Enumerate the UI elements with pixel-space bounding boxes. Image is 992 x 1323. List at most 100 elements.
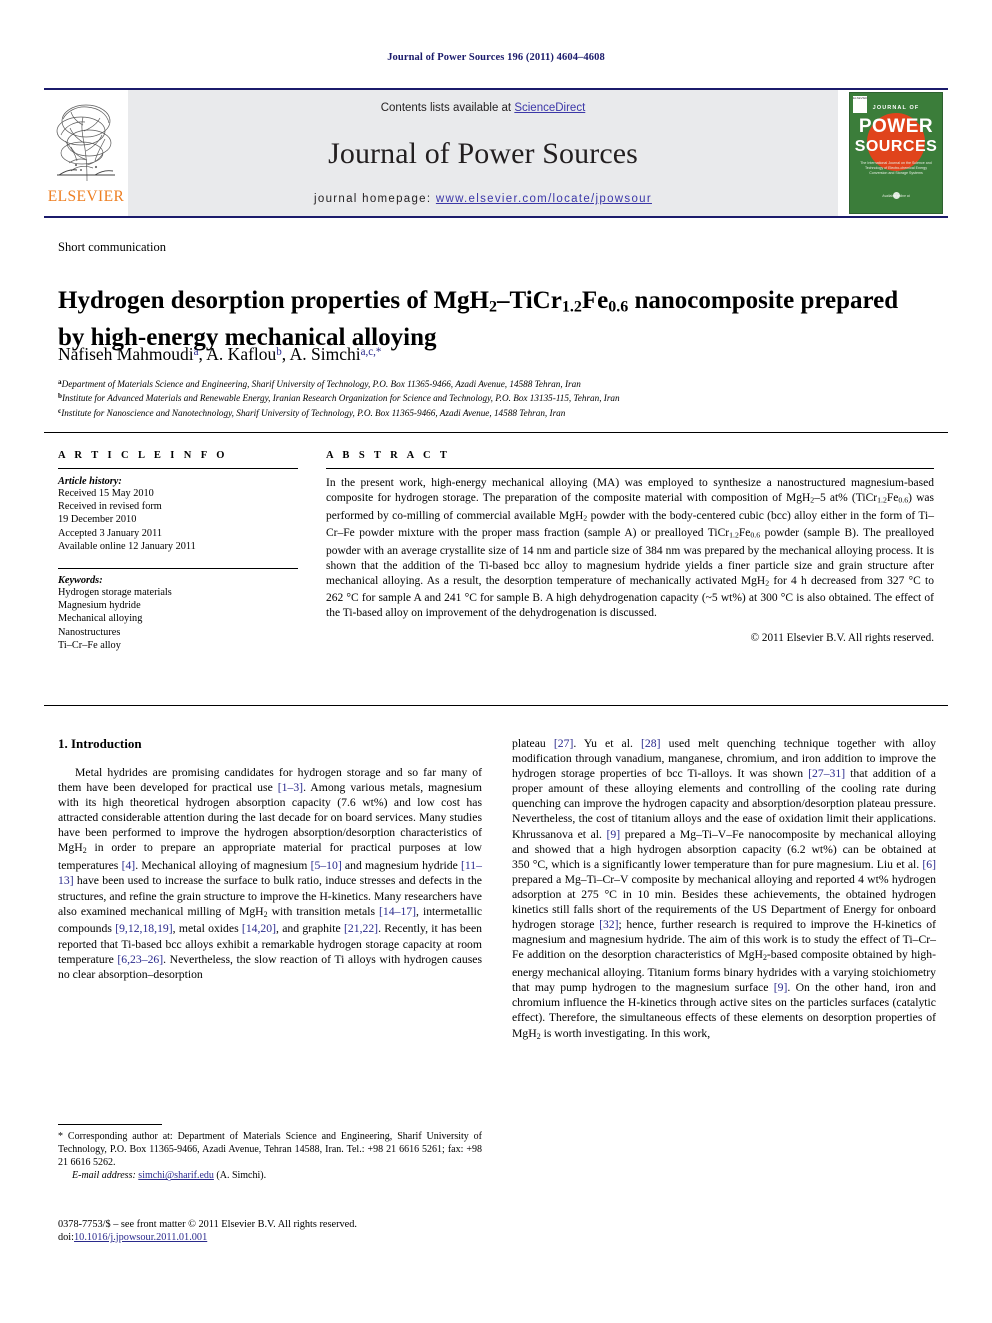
affiliation-list: aDepartment of Materials Science and Eng… xyxy=(58,376,942,419)
affiliation-item: aDepartment of Materials Science and Eng… xyxy=(58,376,942,390)
doi-label: doi: xyxy=(58,1232,75,1244)
history-item: 19 December 2010 xyxy=(58,514,137,526)
title-sub-1: 2 xyxy=(489,298,498,316)
contents-prefix: Contents lists available at xyxy=(380,102,515,114)
article-info-rule xyxy=(58,468,298,469)
abstract-block: A B S T R A C T In the present work, hig… xyxy=(326,450,934,644)
affiliation-item: cInstitute for Nanoscience and Nanotechn… xyxy=(58,405,942,419)
keywords-list: Hydrogen storage materials Magnesium hyd… xyxy=(58,586,298,652)
history-item: Received 15 May 2010 xyxy=(58,488,154,499)
article-history-list: Received 15 May 2010 Received in revised… xyxy=(58,487,298,553)
citation-ref[interactable]: [4] xyxy=(122,859,136,872)
doi-link[interactable]: 10.1016/j.jpowsour.2011.01.001 xyxy=(74,1232,207,1243)
email-line: E-mail address: simchi@sharif.edu (A. Si… xyxy=(58,1170,482,1183)
author-affil-marks: a,c,* xyxy=(360,346,382,359)
keyword-item: Nanostructures xyxy=(58,626,121,638)
masthead-center: Contents lists available at ScienceDirec… xyxy=(128,90,838,216)
keyword-item: Mechanical alloying xyxy=(58,613,143,625)
citation-ref[interactable]: [28] xyxy=(641,737,660,750)
journal-masthead: ELSEVIER Contents lists available at Sci… xyxy=(44,88,948,218)
author: A. Kafloub xyxy=(206,344,282,364)
affiliation-text: Institute for Nanoscience and Nanotechno… xyxy=(61,407,566,418)
title-part-1: Hydrogen desorption properties of MgH xyxy=(58,286,490,314)
cover-sciencedirect-mark xyxy=(850,186,942,204)
history-item: Available online 12 January 2011 xyxy=(58,540,196,552)
affiliation-text: Institute for Advanced Materials and Ren… xyxy=(61,393,620,404)
column-left: 1. Introduction Metal hydrides are promi… xyxy=(58,736,482,1043)
column-right: plateau [27]. Yu et al. [28] used melt q… xyxy=(512,736,936,1043)
sciencedirect-link[interactable]: ScienceDirect xyxy=(514,102,585,114)
doi-line: doi:10.1016/j.jpowsour.2011.01.001 xyxy=(58,1231,488,1244)
elsevier-logo: ELSEVIER xyxy=(44,90,128,216)
citation-ref[interactable]: [27] xyxy=(554,737,573,750)
issn-line: 0378-7753/$ – see front matter © 2011 El… xyxy=(58,1219,357,1230)
citation-ref[interactable]: [9] xyxy=(607,828,621,841)
author-affil-marks: b xyxy=(276,346,282,359)
footnote-rule xyxy=(58,1124,162,1125)
cover-orb-icon xyxy=(892,192,900,199)
cover-tagline: The International Journal on the Science… xyxy=(860,161,932,175)
history-item: Accepted 3 January 2011 xyxy=(58,527,162,539)
keyword-item: Hydrogen storage materials xyxy=(58,587,172,599)
affiliation-item: bInstitute for Advanced Materials and Re… xyxy=(58,390,942,404)
article-info-heading: A R T I C L E I N F O xyxy=(58,450,228,461)
citation-ref[interactable]: [6,23–26] xyxy=(117,953,163,966)
abstract-rule xyxy=(326,468,934,469)
article-history-label: Article history: xyxy=(58,476,122,487)
citation-ref[interactable]: [21,22] xyxy=(344,922,378,935)
body-columns: 1. Introduction Metal hydrides are promi… xyxy=(58,736,937,1043)
author: A. Simchia,c,* xyxy=(290,344,382,364)
citation-ref[interactable]: [6] xyxy=(922,858,936,871)
contents-available-line: Contents lists available at ScienceDirec… xyxy=(381,102,586,114)
keyword-item: Magnesium hydride xyxy=(58,600,141,612)
title-sub-3: 0.6 xyxy=(608,298,629,316)
homepage-prefix: journal homepage: xyxy=(314,193,436,205)
abstract-text: In the present work, high-energy mechani… xyxy=(326,477,935,620)
cover-line3: SOURCES xyxy=(854,138,938,155)
author-name: A. Kaflou xyxy=(206,344,277,364)
divider-below-abstract xyxy=(44,705,948,706)
abstract-heading: A B S T R A C T xyxy=(326,450,451,461)
keyword-item: Ti–Cr–Fe alloy xyxy=(58,639,121,651)
history-item: Received in revised form xyxy=(58,501,162,513)
citation-ref[interactable]: [9] xyxy=(774,981,788,994)
article-type-label: Short communication xyxy=(58,240,166,254)
keywords-label: Keywords: xyxy=(58,575,103,587)
paragraph: Metal hydrides are promising candidates … xyxy=(58,766,483,981)
cover-line2: POWER xyxy=(858,116,934,137)
corresponding-author-note: * Corresponding author at: Department of… xyxy=(58,1131,482,1168)
paragraph: plateau [27]. Yu et al. [28] used melt q… xyxy=(512,737,937,1041)
citation-ref[interactable]: [32] xyxy=(599,918,618,931)
divider-above-abstract xyxy=(44,432,948,433)
journal-homepage-line: journal homepage: www.elsevier.com/locat… xyxy=(314,193,652,205)
abstract-copyright: © 2011 Elsevier B.V. All rights reserved… xyxy=(750,632,934,645)
citation-ref[interactable]: [9,12,18,19] xyxy=(115,922,172,935)
email-label: E-mail address: xyxy=(72,1170,136,1182)
author-name: Nafiseh Mahmoudi xyxy=(58,344,194,364)
affiliation-text: Department of Materials Science and Engi… xyxy=(61,378,581,389)
cover-line1: JOURNAL OF xyxy=(872,105,920,111)
title-part-2: –TiCr xyxy=(497,286,562,314)
journal-homepage-link[interactable]: www.elsevier.com/locate/jpowsour xyxy=(436,193,652,205)
elsevier-tree-icon xyxy=(51,95,121,187)
cover-art: ELSEVIER JOURNAL OF POWER SOURCES The In… xyxy=(849,92,943,214)
page-title: Hydrogen desorption properties of MgH2–T… xyxy=(58,285,922,354)
title-sub-2: 1.2 xyxy=(561,298,582,316)
citation-ref[interactable]: [14–17] xyxy=(379,905,416,918)
keywords-rule xyxy=(58,568,298,570)
article-info-block: A R T I C L E I N F O Article history: R… xyxy=(58,450,298,652)
title-part-3: Fe xyxy=(581,286,609,314)
citation-ref[interactable]: [27–31] xyxy=(808,767,845,780)
citation-ref[interactable]: [1–3] xyxy=(278,781,303,794)
journal-cover-thumbnail: ELSEVIER JOURNAL OF POWER SOURCES The In… xyxy=(844,90,948,216)
citation-ref[interactable]: [14,20] xyxy=(242,922,276,935)
author-affil-marks: a xyxy=(193,346,199,359)
running-head: Journal of Power Sources 196 (2011) 4604… xyxy=(387,52,605,63)
section-heading-introduction: 1. Introduction xyxy=(58,736,142,751)
journal-title: Journal of Power Sources xyxy=(328,136,638,170)
issn-doi-block: 0378-7753/$ – see front matter © 2011 El… xyxy=(58,1218,488,1245)
author-name: A. Simchi xyxy=(289,344,361,364)
citation-ref[interactable]: [5–10] xyxy=(311,859,342,872)
email-link[interactable]: simchi@sharif.edu xyxy=(138,1170,214,1181)
